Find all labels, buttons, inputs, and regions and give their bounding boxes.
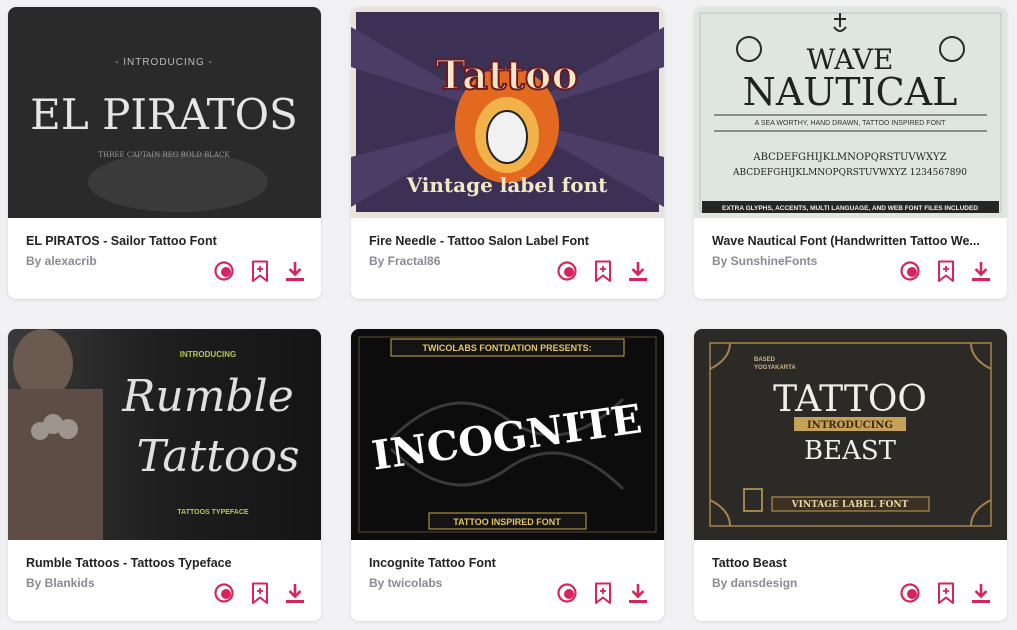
card-author[interactable]: By SunshineFonts xyxy=(712,254,817,268)
card-actions xyxy=(898,581,998,605)
preview-icon[interactable] xyxy=(898,259,922,283)
font-card[interactable]: WAVE NAUTICAL A SEA WORTHY, HAND DRAWN, … xyxy=(694,7,1007,299)
bookmark-icon[interactable] xyxy=(248,581,272,605)
card-title[interactable]: Incognite Tattoo Font xyxy=(369,556,649,570)
font-card[interactable]: - INTRODUCING - EL PIRATOS THREE CAPTAIN… xyxy=(8,7,321,299)
preview-icon[interactable] xyxy=(212,259,236,283)
thumb-corner-1: BASED xyxy=(754,357,776,363)
download-icon[interactable] xyxy=(969,259,993,283)
card-actions xyxy=(555,581,655,605)
card-actions xyxy=(898,259,998,283)
thumb-corner-2: YOGYAKARTA xyxy=(754,365,796,371)
thumb-footer: EXTRA GLYPHS, ACCENTS, MULTI LANGUAGE, A… xyxy=(722,205,978,212)
card-title[interactable]: Tattoo Beast xyxy=(712,556,992,570)
thumb-tagline: A SEA WORTHY, HAND DRAWN, TATTOO INSPIRE… xyxy=(755,120,946,127)
card-author[interactable]: By Blankids xyxy=(26,576,95,590)
card-author[interactable]: By twicolabs xyxy=(369,576,442,590)
font-card[interactable]: Tattoo Vintage label font Fire Needle - … xyxy=(351,7,664,299)
thumb-sub: TATTOOS TYPEFACE xyxy=(177,509,249,516)
thumb-footer: VINTAGE LABEL FONT xyxy=(791,500,909,510)
card-title[interactable]: EL PIRATOS - Sailor Tattoo Font xyxy=(26,234,306,248)
card-actions xyxy=(212,259,312,283)
thumb-intro: INTRODUCING xyxy=(180,350,236,359)
bookmark-icon[interactable] xyxy=(591,259,615,283)
card-author[interactable]: By Fractal86 xyxy=(369,254,440,268)
card-actions xyxy=(555,259,655,283)
card-thumbnail[interactable]: TWICOLABS FONTDATION PRESENTS: INCOGNITE… xyxy=(351,329,664,540)
thumb-sub: Vintage label font xyxy=(406,173,608,197)
thumb-headline-2: NAUTICAL xyxy=(743,70,958,114)
download-icon[interactable] xyxy=(626,259,650,283)
download-icon[interactable] xyxy=(283,259,307,283)
thumb-alphabet-2: ABCDEFGHIJKLMNOPQRSTUVWXYZ 1234567890 xyxy=(732,168,967,178)
thumb-headline: EL PIRATOS xyxy=(30,90,298,139)
font-card[interactable]: BASED YOGYAKARTA TATTOO INTRODUCING BEAS… xyxy=(694,329,1007,621)
card-title[interactable]: Rumble Tattoos - Tattoos Typeface xyxy=(26,556,306,570)
thumb-banner: TWICOLABS FONTDATION PRESENTS: xyxy=(422,343,591,353)
thumb-intro: - INTRODUCING - xyxy=(115,57,213,68)
preview-icon[interactable] xyxy=(555,259,579,283)
bookmark-icon[interactable] xyxy=(591,581,615,605)
thumb-headline-2: Tattoos xyxy=(136,431,299,482)
thumb-ribbon: INTRODUCING xyxy=(807,420,893,431)
card-author[interactable]: By dansdesign xyxy=(712,576,797,590)
download-icon[interactable] xyxy=(969,581,993,605)
thumb-headline-1: TATTOO xyxy=(773,379,927,420)
thumb-headline-1: Rumble xyxy=(121,371,293,422)
font-card[interactable]: INTRODUCING Rumble Tattoos TATTOOS TYPEF… xyxy=(8,329,321,621)
download-icon[interactable] xyxy=(283,581,307,605)
preview-icon[interactable] xyxy=(555,581,579,605)
card-thumbnail[interactable]: INTRODUCING Rumble Tattoos TATTOOS TYPEF… xyxy=(8,329,321,540)
thumb-headline-2: BEAST xyxy=(804,436,897,466)
font-card[interactable]: TWICOLABS FONTDATION PRESENTS: INCOGNITE… xyxy=(351,329,664,621)
card-thumbnail[interactable]: Tattoo Vintage label font xyxy=(351,7,664,218)
card-thumbnail[interactable]: WAVE NAUTICAL A SEA WORTHY, HAND DRAWN, … xyxy=(694,7,1007,218)
card-title[interactable]: Wave Nautical Font (Handwritten Tattoo W… xyxy=(712,234,992,248)
card-actions xyxy=(212,581,312,605)
card-author[interactable]: By alexacrib xyxy=(26,254,97,268)
preview-icon[interactable] xyxy=(898,581,922,605)
card-thumbnail[interactable]: BASED YOGYAKARTA TATTOO INTRODUCING BEAS… xyxy=(694,329,1007,540)
thumb-footer: TATTOO INSPIRED FONT xyxy=(453,517,561,527)
bookmark-icon[interactable] xyxy=(934,581,958,605)
bookmark-icon[interactable] xyxy=(248,259,272,283)
thumb-headline: Tattoo xyxy=(436,52,578,99)
card-thumbnail[interactable]: - INTRODUCING - EL PIRATOS THREE CAPTAIN… xyxy=(8,7,321,218)
thumb-sub: THREE CAPTAIN REG BOLD BLACK xyxy=(98,151,230,159)
bookmark-icon[interactable] xyxy=(934,259,958,283)
thumb-alphabet-1: ABCDEFGHIJKLMNOPQRSTUVWXYZ xyxy=(752,152,946,163)
download-icon[interactable] xyxy=(626,581,650,605)
card-title[interactable]: Fire Needle - Tattoo Salon Label Font xyxy=(369,234,649,248)
preview-icon[interactable] xyxy=(212,581,236,605)
